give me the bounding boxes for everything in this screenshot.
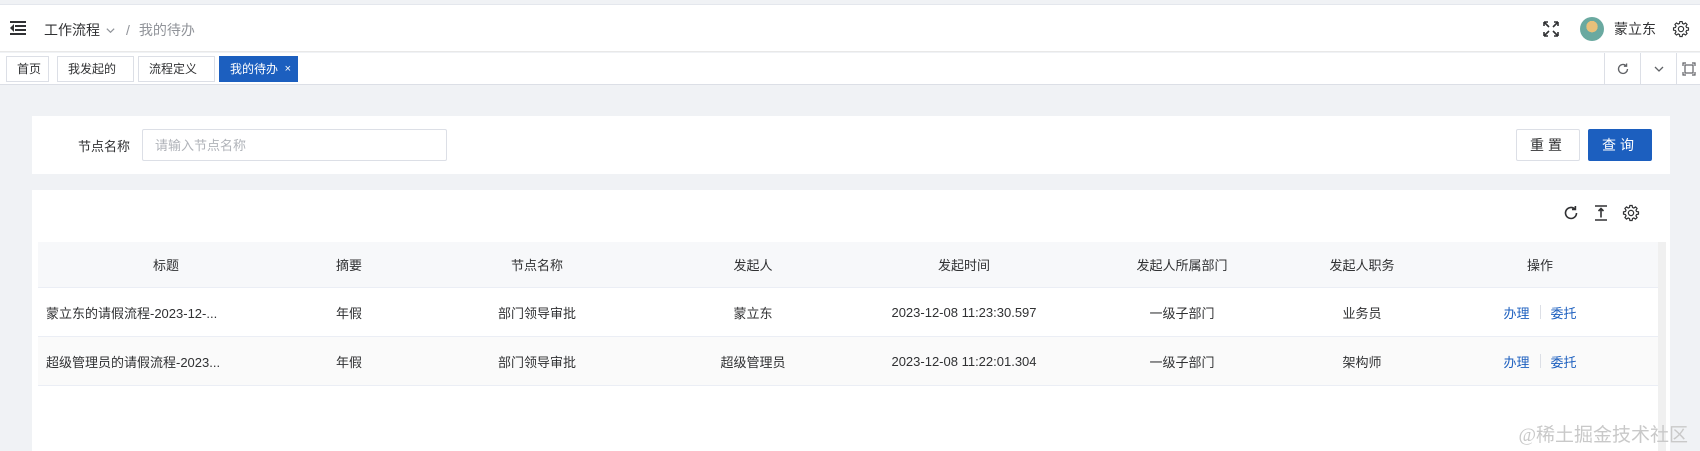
fullscreen-icon[interactable] (1542, 20, 1560, 38)
header-right: 蒙立东 (1542, 5, 1700, 52)
query-button[interactable]: 查询 (1588, 129, 1652, 161)
table-header: 标题 摘要 节点名称 发起人 发起时间 发起人所属部门 发起人职务 操作 (38, 242, 1658, 288)
cell-time: 2023-12-08 11:23:30.597 (891, 304, 1037, 320)
watermark: @稀土掘金技术社区 (1518, 425, 1689, 446)
cell-actions: 办理 委托 (1452, 288, 1628, 336)
refresh-tab-button[interactable] (1604, 53, 1640, 85)
column-header-initiator[interactable]: 发起人 (670, 242, 836, 287)
cell-initiator: 蒙立东 (733, 305, 773, 321)
column-header-dept[interactable]: 发起人所属部门 (1092, 242, 1272, 287)
breadcrumb-parent[interactable]: 工作流程 (44, 20, 100, 40)
tab-process-definition[interactable]: 流程定义 (138, 56, 215, 82)
gear-icon[interactable] (1672, 20, 1690, 38)
delegate-link[interactable]: 委托 (1541, 352, 1587, 371)
breadcrumb-current: 我的待办 (138, 22, 195, 38)
tab-label: 首页 (17, 62, 42, 76)
avatar[interactable] (1580, 16, 1604, 41)
node-name-label: 节点名称 (78, 139, 131, 154)
refresh-icon[interactable] (1562, 204, 1580, 222)
tab-label: 我的待办 (230, 62, 279, 76)
cell-dept: 一级子部门 (1149, 354, 1215, 370)
reset-button[interactable]: 重置 (1516, 129, 1580, 161)
tab-tools (1604, 53, 1700, 85)
table-row: 超级管理员的请假流程-2023... 年假 部门领导审批 超级管理员 2023-… (38, 337, 1658, 386)
tab-home[interactable]: 首页 (6, 56, 49, 82)
column-header-actions: 操作 (1526, 258, 1553, 273)
table-row: 蒙立东的请假流程-2023-12-... 年假 部门领导审批 蒙立东 2023-… (38, 288, 1658, 337)
cell-title: 蒙立东的请假流程-2023-12-... (46, 305, 218, 321)
todo-table-card: 标题 摘要 节点名称 发起人 发起时间 发起人所属部门 发起人职务 操作 蒙立东… (32, 190, 1670, 451)
search-form: 节点名称 重置 查询 (32, 116, 1670, 174)
column-header-title[interactable]: 标题 (38, 242, 294, 287)
maximize-icon (1681, 62, 1696, 76)
cell-title: 超级管理员的请假流程-2023... (46, 354, 221, 370)
tab-my-initiated[interactable]: 我发起的 (57, 56, 134, 82)
node-name-input[interactable] (142, 129, 447, 161)
close-icon[interactable]: × (285, 57, 291, 81)
cell-position: 业务员 (1342, 305, 1382, 321)
breadcrumb-separator: / (126, 22, 130, 38)
tab-label: 流程定义 (149, 62, 198, 76)
cell-summary: 年假 (335, 354, 362, 370)
cell-summary: 年假 (335, 305, 362, 321)
tab-maximize-button[interactable] (1676, 53, 1700, 85)
tab-bar: 首页 我发起的 流程定义 我的待办 × (0, 53, 1700, 85)
chevron-down-icon (1654, 66, 1663, 72)
column-header-position[interactable]: 发起人职务 (1272, 242, 1452, 287)
column-header-summary[interactable]: 摘要 (294, 242, 404, 287)
cell-node: 部门领导审批 (497, 305, 576, 321)
cell-node: 部门领导审批 (497, 354, 576, 370)
cell-position: 架构师 (1342, 354, 1382, 370)
tab-label: 我发起的 (68, 62, 117, 76)
column-header-node[interactable]: 节点名称 (404, 242, 670, 287)
cell-time: 2023-12-08 11:22:01.304 (891, 353, 1037, 369)
handle-link[interactable]: 办理 (1493, 352, 1539, 371)
delegate-link[interactable]: 委托 (1541, 303, 1587, 322)
chevron-down-icon[interactable] (105, 25, 116, 36)
user-name[interactable]: 蒙立东 (1614, 19, 1656, 39)
tab-my-todo[interactable]: 我的待办 × (219, 56, 298, 82)
refresh-icon (1617, 63, 1628, 75)
cell-actions: 办理 委托 (1452, 337, 1628, 385)
table-toolbar (1562, 204, 1640, 222)
tab-dropdown-button[interactable] (1640, 53, 1676, 85)
column-height-icon[interactable] (1592, 204, 1610, 222)
breadcrumb: 工作流程 / 我的待办 (44, 20, 195, 40)
gear-icon[interactable] (1622, 204, 1640, 222)
menu-fold-icon[interactable] (10, 21, 26, 35)
handle-link[interactable]: 办理 (1493, 303, 1539, 322)
cell-initiator: 超级管理员 (720, 354, 786, 370)
cell-dept: 一级子部门 (1149, 305, 1215, 321)
app-header: 工作流程 / 我的待办 蒙立东 (0, 5, 1700, 52)
column-header-time[interactable]: 发起时间 (836, 242, 1092, 287)
